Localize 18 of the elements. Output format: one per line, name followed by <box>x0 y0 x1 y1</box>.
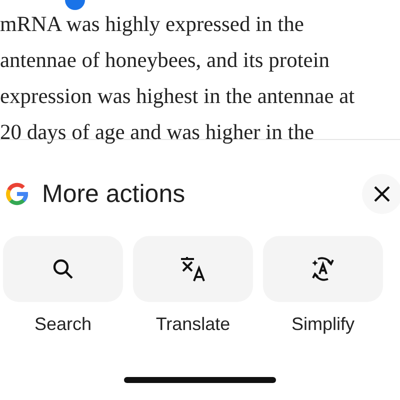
g-logo-icon <box>4 181 30 207</box>
close-button[interactable] <box>362 174 400 214</box>
action-label: Translate <box>156 314 230 335</box>
article-text-line: expression was highest in the antennae at <box>0 83 356 110</box>
action-button[interactable] <box>263 236 383 302</box>
action-button[interactable] <box>3 236 123 302</box>
home-indicator[interactable] <box>124 377 276 383</box>
simplify-icon <box>310 256 336 282</box>
search-icon <box>51 257 75 281</box>
action-label: Simplify <box>291 314 354 335</box>
translate-icon <box>179 256 207 282</box>
close-icon <box>373 185 391 203</box>
sheet-title: More actions <box>42 180 186 208</box>
article-text-line: 20 days of age and was higher in the <box>0 119 316 146</box>
article-text-line: mRNA was highly expressed in the <box>0 11 305 38</box>
action-button[interactable] <box>133 236 253 302</box>
action-label: Search <box>34 314 92 335</box>
article-text-line: antennae of honeybees, and its protein <box>0 47 331 74</box>
